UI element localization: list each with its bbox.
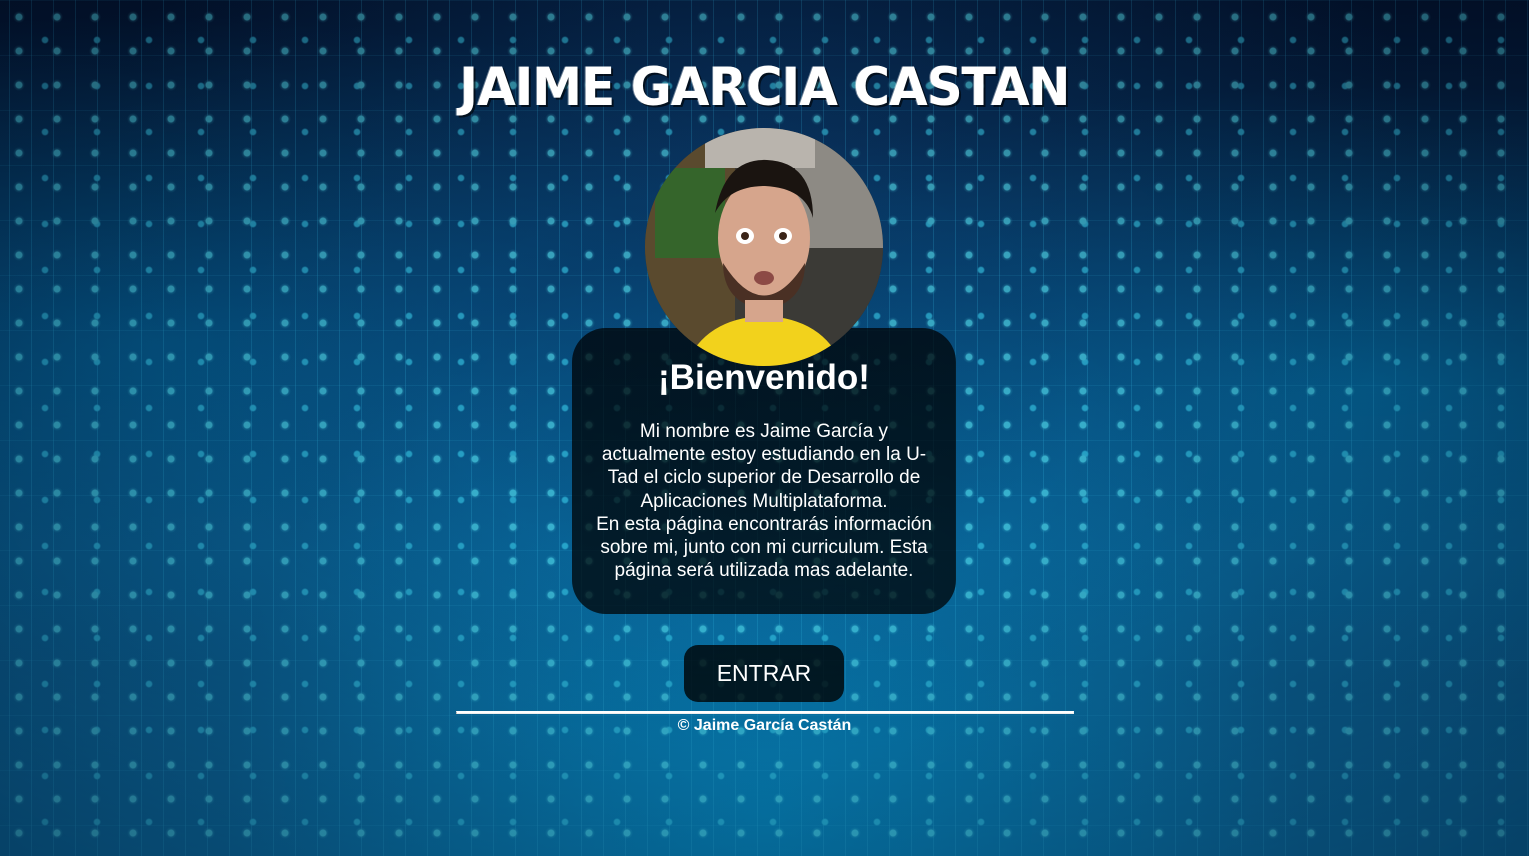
welcome-card: ¡Bienvenido! Mi nombre es Jaime García y… — [572, 328, 956, 614]
profile-photo-icon — [645, 128, 883, 366]
avatar — [645, 128, 883, 366]
enter-button[interactable]: ENTRAR — [684, 645, 844, 702]
welcome-description: Mi nombre es Jaime García y actualmente … — [590, 420, 938, 582]
welcome-paragraph-1: Mi nombre es Jaime García y actualmente … — [601, 421, 927, 512]
page-title: JAIME GARCIA CASTAN — [459, 56, 1070, 118]
footer-divider — [456, 711, 1074, 714]
footer-copyright: © Jaime García Castán — [677, 717, 852, 734]
welcome-paragraph-2: En esta página encontrarás información s… — [596, 513, 932, 582]
